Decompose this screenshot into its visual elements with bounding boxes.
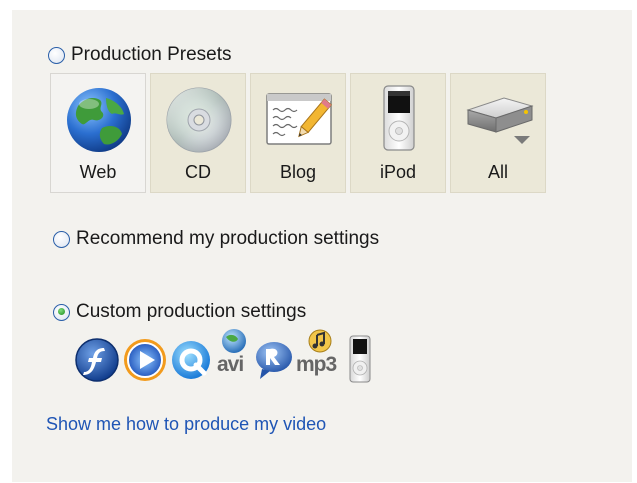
cd-disc-icon: [166, 87, 232, 153]
globe-icon: [67, 88, 131, 152]
custom-settings-option[interactable]: Custom production settings: [53, 301, 306, 323]
preset-web[interactable]: Web: [50, 73, 146, 193]
avi-icon[interactable]: avi: [216, 327, 252, 383]
production-presets-label: Production Presets: [71, 44, 232, 65]
preset-ipod-label: iPod: [379, 162, 417, 182]
production-presets-option[interactable]: Production Presets: [48, 44, 232, 66]
preset-ipod[interactable]: iPod: [350, 73, 446, 193]
preset-blog-label: Blog: [279, 162, 317, 182]
preset-tiles: Web CD Blog iPod All: [50, 73, 546, 193]
custom-settings-radio[interactable]: [53, 303, 70, 321]
mp3-icon[interactable]: mp3: [296, 327, 342, 383]
custom-format-icons: avi mp3: [74, 323, 374, 383]
recommend-settings-option[interactable]: Recommend my production settings: [53, 228, 379, 250]
preset-all[interactable]: All: [450, 73, 546, 193]
realmedia-icon[interactable]: [254, 337, 294, 383]
avi-label: avi: [217, 353, 244, 376]
ipod-small-icon[interactable]: [348, 335, 372, 383]
recommend-settings-radio[interactable]: [53, 230, 70, 248]
windows-media-icon[interactable]: [122, 337, 168, 383]
mp3-label: mp3: [296, 353, 337, 376]
ipod-icon: [383, 85, 415, 151]
custom-settings-label: Custom production settings: [76, 301, 307, 322]
blog-pencil-icon: [266, 93, 332, 145]
preset-cd[interactable]: CD: [150, 73, 246, 193]
production-presets-radio[interactable]: [48, 46, 65, 64]
preset-all-label: All: [487, 162, 508, 182]
preset-web-label: Web: [79, 162, 117, 182]
drive-dropdown-icon: [466, 97, 534, 144]
show-me-how-link[interactable]: Show me how to produce my video: [46, 414, 326, 435]
preset-cd-label: CD: [185, 162, 211, 182]
recommend-settings-label: Recommend my production settings: [76, 228, 380, 249]
flash-icon[interactable]: [74, 337, 120, 383]
preset-blog[interactable]: Blog: [250, 73, 346, 193]
quicktime-icon[interactable]: [170, 337, 214, 383]
